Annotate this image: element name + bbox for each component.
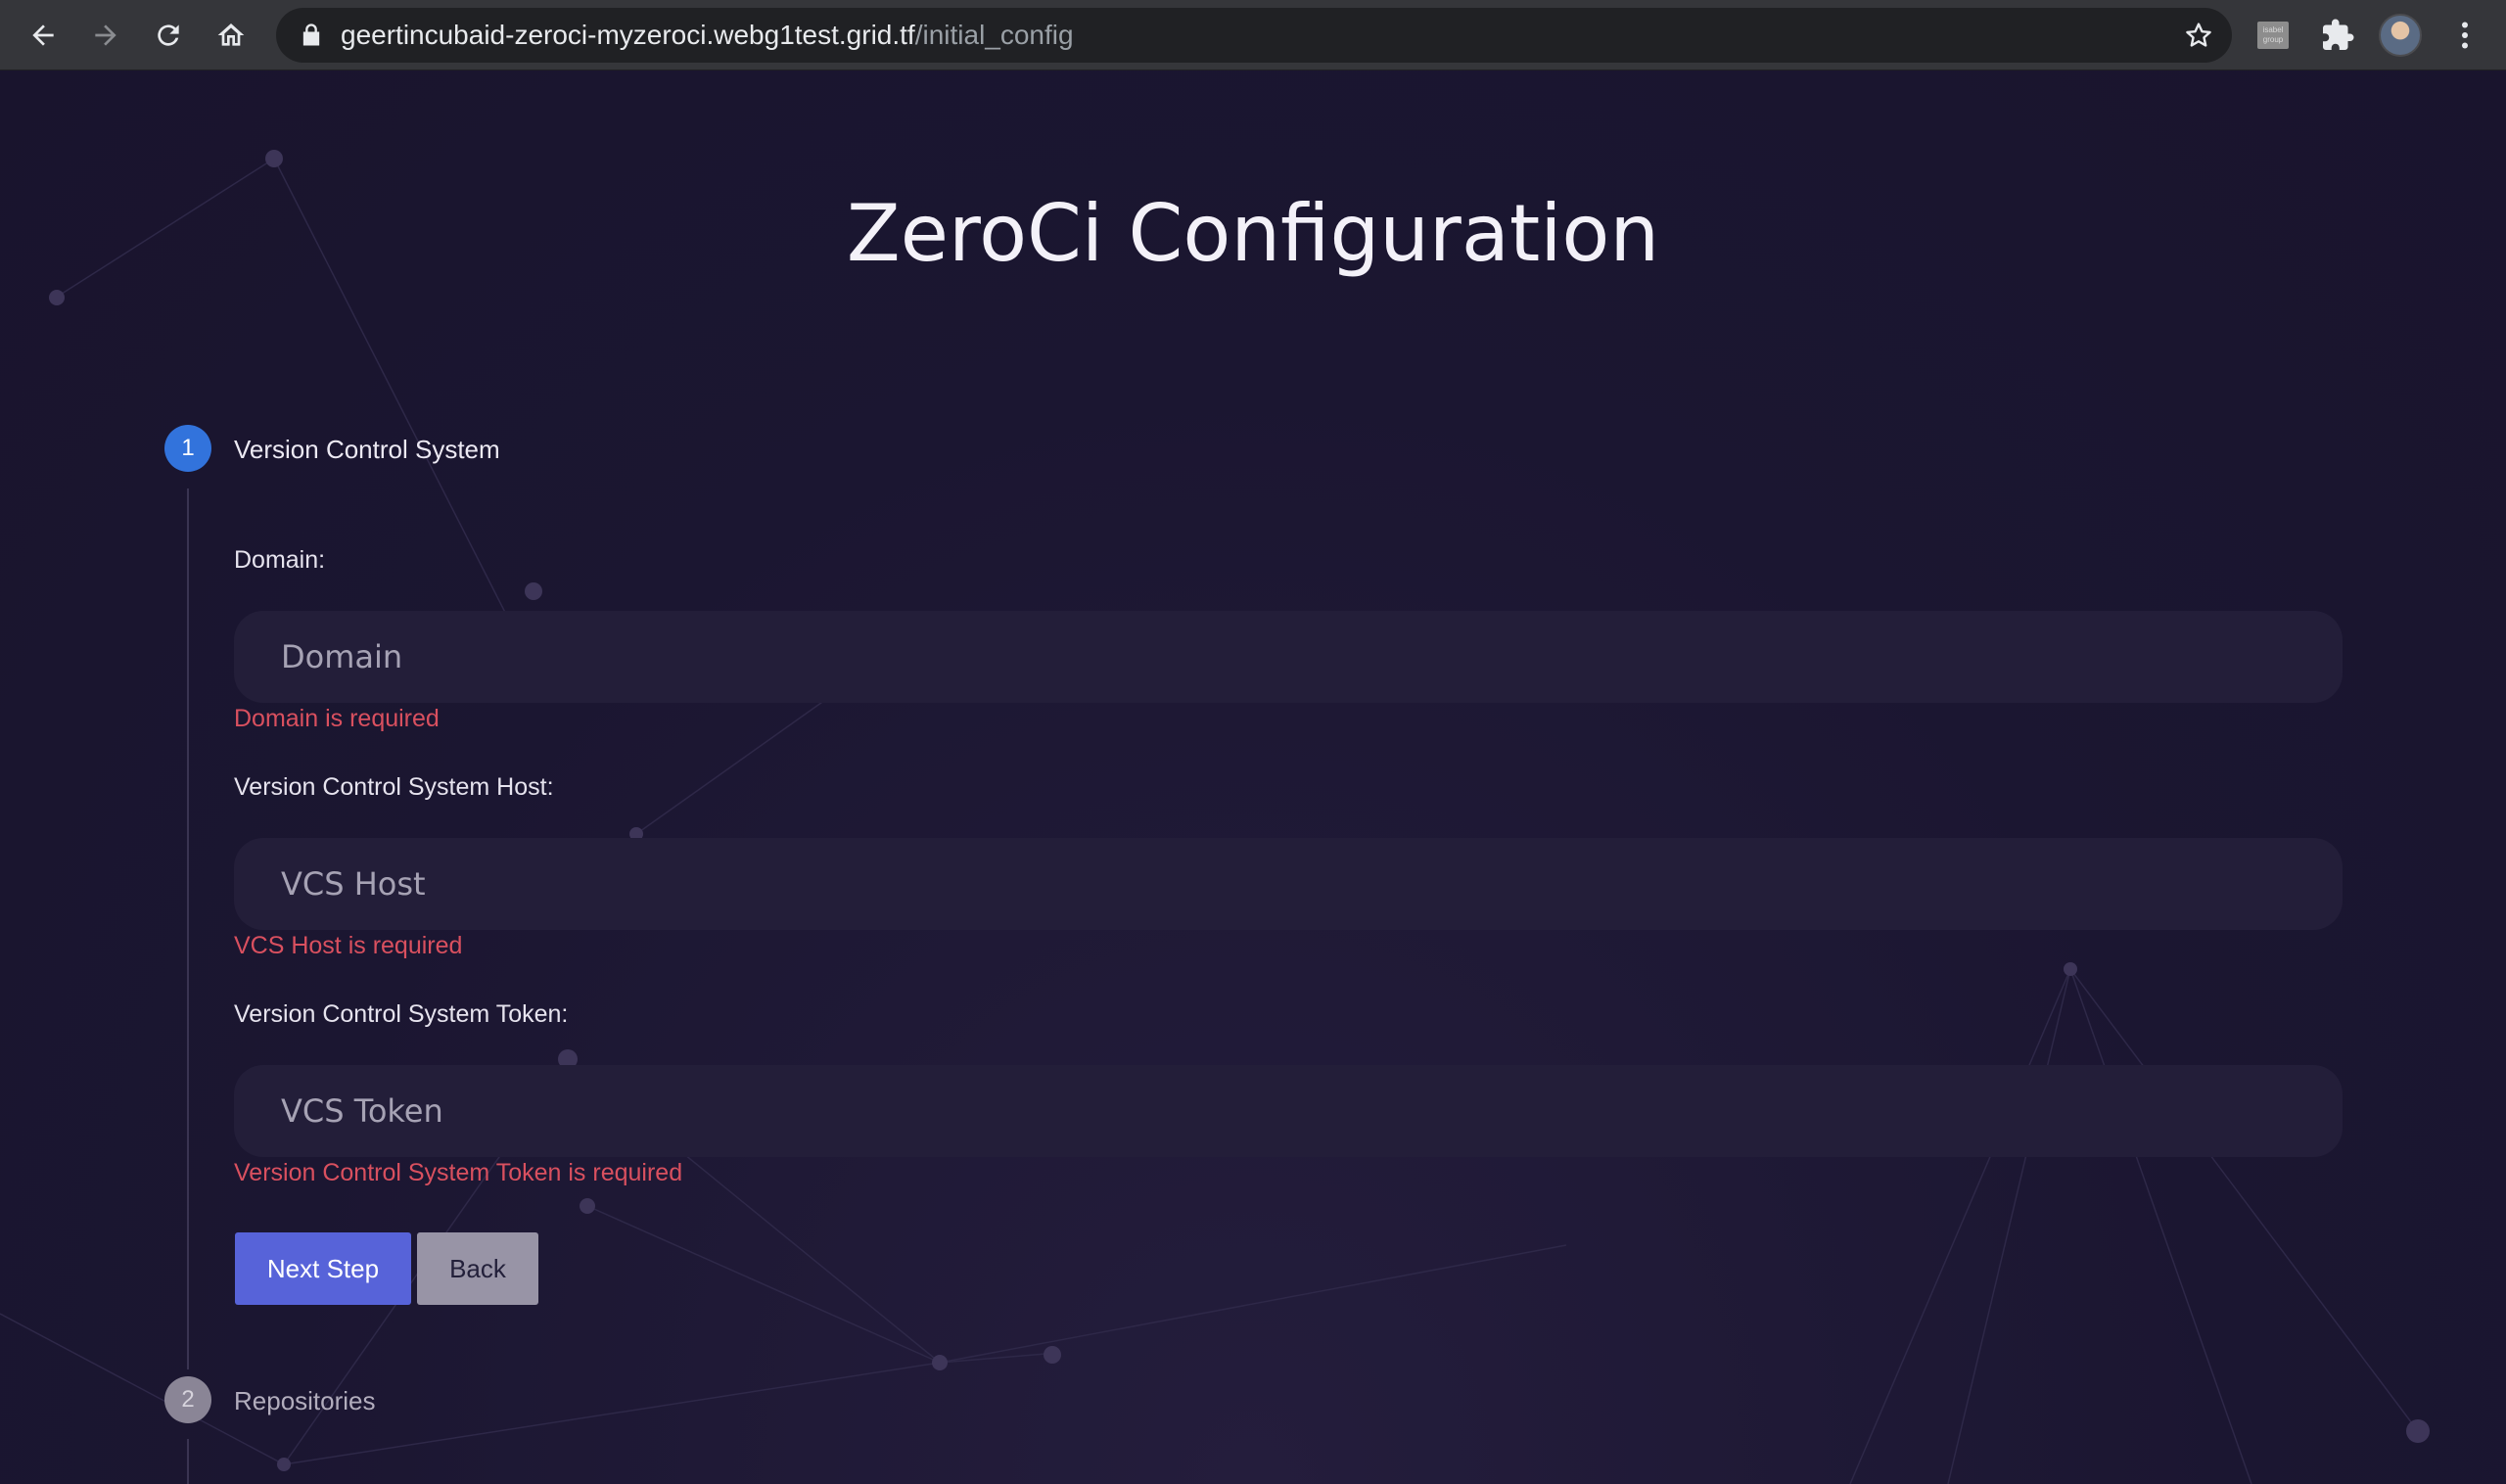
forward-arrow-icon[interactable] (86, 16, 125, 55)
back-arrow-icon[interactable] (23, 16, 63, 55)
vcs-token-input[interactable] (234, 1065, 2343, 1157)
extension-icon[interactable]: isabel group (2257, 22, 2289, 49)
step-title-repositories[interactable]: Repositories (234, 1386, 376, 1416)
domain-error: Domain is required (234, 705, 440, 732)
back-button[interactable]: Back (417, 1232, 538, 1305)
stepper-line (187, 488, 189, 1369)
step-title-version-control-system[interactable]: Version Control System (234, 435, 500, 465)
vcs-host-input[interactable] (234, 838, 2343, 930)
reload-icon[interactable] (149, 16, 188, 55)
url-host: geertincubaid-zeroci-myzeroci.webg1test.… (341, 20, 915, 50)
vcs-token-error: Version Control System Token is required (234, 1159, 683, 1186)
lock-icon[interactable] (298, 22, 325, 49)
avatar[interactable] (2379, 14, 2422, 57)
browser-toolbar: geertincubaid-zeroci-myzeroci.webg1test.… (0, 0, 2506, 70)
step-number-badge-1[interactable]: 1 (164, 425, 211, 472)
url-text[interactable]: geertincubaid-zeroci-myzeroci.webg1test.… (341, 8, 1074, 63)
star-icon[interactable] (2183, 20, 2214, 51)
page-content: ZeroCi Configuration 1 Version Control S… (0, 70, 2506, 1484)
vcs-token-label: Version Control System Token: (234, 1000, 569, 1028)
next-step-button[interactable]: Next Step (235, 1232, 411, 1305)
vcs-host-label: Version Control System Host: (234, 773, 554, 801)
puzzle-icon[interactable] (2320, 18, 2355, 53)
step-number-badge-2[interactable]: 2 (164, 1376, 211, 1423)
vcs-host-error: VCS Host is required (234, 932, 463, 959)
kebab-menu-icon[interactable] (2447, 18, 2483, 53)
page-title: ZeroCi Configuration (846, 188, 1660, 279)
home-icon[interactable] (211, 16, 251, 55)
domain-input[interactable] (234, 611, 2343, 703)
address-bar[interactable]: geertincubaid-zeroci-myzeroci.webg1test.… (276, 8, 2232, 63)
url-path: /initial_config (914, 20, 1074, 50)
stepper-line-continued (187, 1439, 189, 1484)
domain-label: Domain: (234, 546, 326, 574)
